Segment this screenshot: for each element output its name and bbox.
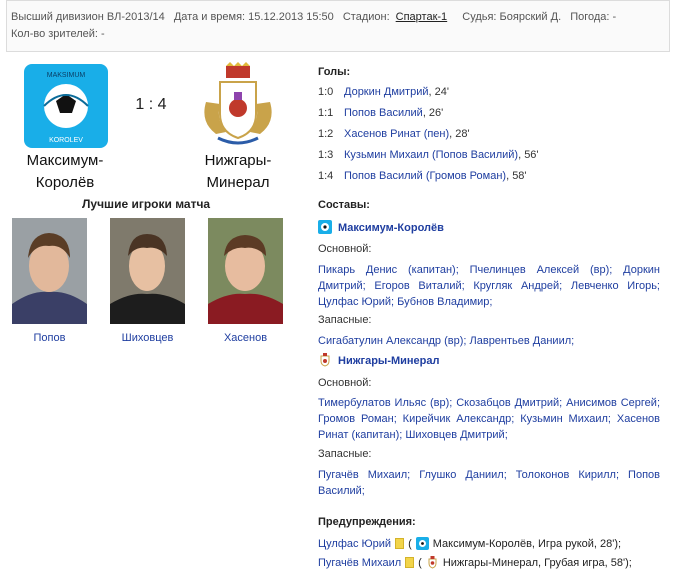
best-player-name[interactable]: Хасенов (208, 332, 283, 344)
home-logo-text-top: MAKSIMUM (47, 72, 86, 79)
spectators-label: Кол-во зрителей: - (11, 28, 105, 40)
goal-scorer-link[interactable]: Доркин Дмитрий (344, 86, 429, 98)
away-subs-lineup[interactable]: Пугачёв Михаил; Глушко Даниил; Толоконов… (318, 467, 660, 499)
warning-row: Пугачёв Михаил(Нижгары-Минерал, Грубая и… (318, 556, 632, 569)
match-info-bar: Высший дивизион ВЛ-2013/14 Дата и время:… (6, 0, 670, 52)
goal-scorer-link[interactable]: Попов Василий (344, 107, 423, 119)
player-photo[interactable] (110, 218, 185, 324)
goal-scorer-link[interactable]: Попов Василий (Громов Роман) (344, 170, 506, 182)
away-lineup-team[interactable]: Нижгары-Минерал (318, 353, 440, 367)
away-lineup-team-name: Нижгары-Минерал (338, 355, 440, 367)
goal-row: 1:2 Хасенов Ринат (пен), 28' (318, 124, 660, 145)
warning-detail: Максимум-Королёв, Игра рукой, 28'); (432, 538, 622, 550)
goal-minute: , 28' (449, 128, 470, 140)
home-logo-text-bottom: KOROLEV (49, 137, 83, 144)
warning-row: Цулфас Юрий(Максимум-Королёв, Игра рукой… (318, 537, 622, 550)
player-photo[interactable] (208, 218, 283, 324)
away-team-name[interactable]: Нижгары-Минерал (183, 150, 293, 194)
goals-title: Голы: (318, 66, 351, 78)
away-team-logo[interactable] (196, 62, 280, 146)
away-team-mini-logo-icon (426, 556, 439, 569)
home-main-lineup[interactable]: Пикарь Денис (капитан); Пчелинцев Алексе… (318, 262, 660, 310)
goal-row: 1:3 Кузьмин Михаил (Попов Василий), 56' (318, 145, 660, 166)
goal-score: 1:4 (318, 170, 334, 182)
weather-label: Погода: - (570, 11, 617, 23)
away-team-mini-logo-icon (318, 353, 332, 367)
warning-detail: Нижгары-Минерал, Грубая игра, 58'); (442, 557, 632, 569)
stadium-link[interactable]: Спартак-1 (396, 11, 448, 23)
away-subs-label: Запасные: (318, 448, 372, 460)
referee-label: Судья: Боярский Д. (462, 11, 562, 23)
yellow-card-icon (395, 538, 405, 549)
goal-minute: , 24' (428, 86, 449, 98)
goal-scorer-link[interactable]: Кузьмин Михаил (Попов Василий) (344, 149, 518, 161)
home-lineup-team-name: Максимум-Королёв (338, 222, 444, 234)
home-team-logo[interactable]: MAKSIMUM KOROLEV (24, 64, 108, 148)
away-main-lineup[interactable]: Тимербулатов Ильяс (вр); Скозабцов Дмитр… (318, 395, 660, 443)
goal-score: 1:0 (318, 86, 334, 98)
goal-score: 1:1 (318, 107, 334, 119)
player-photo[interactable] (12, 218, 87, 324)
goal-minute: , 26' (422, 107, 444, 119)
match-score: 1 : 4 (135, 96, 167, 113)
goal-row: 1:1 Попов Василий, 26' (318, 103, 660, 124)
home-team-mini-logo-icon (318, 220, 332, 234)
goal-minute: , 56' (518, 149, 539, 161)
lineups-title: Составы: (318, 199, 370, 211)
goals-section: Голы: 1:0 Доркин Дмитрий, 24' 1:1 Попов Ва… (318, 66, 660, 187)
yellow-card-icon (405, 557, 415, 568)
home-team-mini-logo-icon (415, 537, 429, 550)
warnings-title: Предупреждения: (318, 516, 416, 528)
goal-score: 1:2 (318, 128, 334, 140)
goal-row: 1:0 Доркин Дмитрий, 24' (318, 82, 660, 103)
stadium-label: Стадион: (342, 11, 390, 23)
home-lineup-team[interactable]: Максимум-Королёв (318, 220, 444, 234)
goal-minute: , 58' (506, 170, 527, 182)
goal-scorer-link[interactable]: Хасенов Ринат (пен) (344, 128, 449, 140)
away-main-label: Основной: (318, 377, 372, 389)
warned-player-link[interactable]: Цулфас Юрий (318, 538, 391, 550)
goal-score: 1:3 (318, 149, 334, 161)
datetime-label: Дата и время: 15.12.2013 15:50 (173, 11, 334, 23)
home-subs-lineup[interactable]: Сигабатулин Александр (вр); Лаврентьев Д… (318, 333, 660, 349)
home-main-label: Основной: (318, 243, 372, 255)
best-player-name[interactable]: Попов (12, 332, 87, 344)
goal-row: 1:4 Попов Василий (Громов Роман), 58' (318, 166, 660, 187)
best-players-title: Лучшие игроки матча (82, 197, 211, 211)
division-label: Высший дивизион ВЛ-2013/14 (11, 11, 165, 23)
home-team-name[interactable]: Максимум-Королёв (10, 150, 120, 194)
home-subs-label: Запасные: (318, 314, 372, 326)
warned-player-link[interactable]: Пугачёв Михаил (318, 557, 401, 569)
best-player-name[interactable]: Шиховцев (110, 332, 185, 344)
